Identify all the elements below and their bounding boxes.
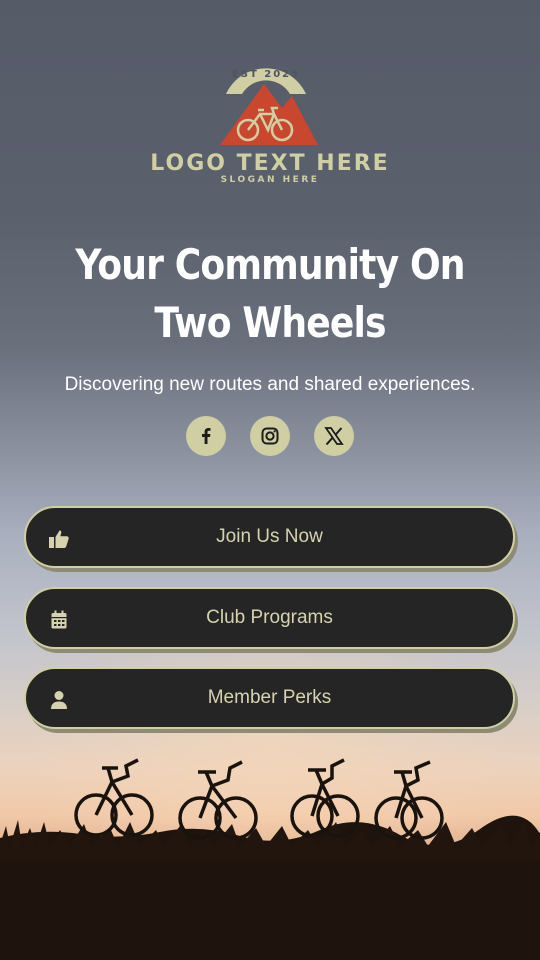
instagram-button[interactable]	[250, 416, 290, 456]
calendar-icon	[51, 610, 67, 629]
logo-text: LOGO TEXT HERE	[150, 151, 390, 176]
x-button[interactable]	[314, 416, 354, 456]
club-programs-button[interactable]: Club Programs	[24, 587, 515, 649]
join-us-label: Join Us Now	[216, 526, 323, 547]
club-programs-label: Club Programs	[206, 607, 333, 628]
x-icon	[324, 427, 344, 446]
logo-est-text: EST 2025	[232, 69, 300, 80]
social-links	[0, 416, 540, 458]
join-us-button[interactable]: Join Us Now	[24, 506, 515, 568]
thumbs-up-icon	[49, 530, 69, 548]
user-icon	[51, 691, 67, 709]
member-perks-button[interactable]: Member Perks	[24, 667, 515, 729]
logo-slogan: SLOGAN HERE	[220, 175, 320, 185]
page-subtitle: Discovering new routes and shared experi…	[64, 374, 476, 395]
facebook-button[interactable]	[186, 416, 226, 456]
page-title: Your Community On Two Wheels	[75, 240, 465, 347]
instagram-icon	[261, 427, 279, 445]
member-perks-label: Member Perks	[207, 687, 332, 708]
facebook-icon	[202, 428, 211, 444]
